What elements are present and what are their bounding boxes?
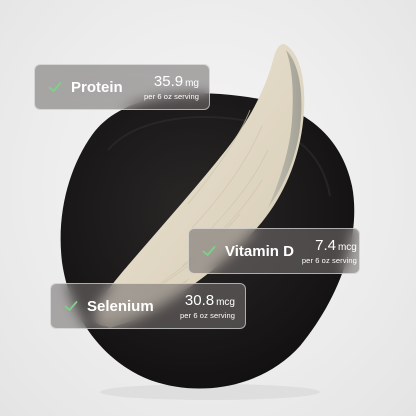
check-icon: [64, 301, 78, 311]
serving-basis: per 6 oz serving: [301, 255, 357, 265]
serving-basis: per 6 oz serving: [144, 91, 199, 101]
nutrient-amount: 7.4: [315, 236, 336, 254]
nutrient-card-vitamin-d: Vitamin D 7.4 mcg per 6 oz serving: [188, 228, 360, 274]
check-icon: [48, 82, 62, 92]
serving-basis: per 6 oz serving: [180, 310, 235, 320]
nutrient-quantity: 7.4 mcg per 6 oz serving: [302, 238, 357, 265]
nutrient-amount: 35.9: [153, 72, 184, 90]
nutrient-unit: mcg: [337, 241, 357, 253]
nutrient-quantity: 30.8 mcg per 6 oz serving: [180, 293, 235, 320]
nutrient-unit: mg: [185, 77, 199, 89]
nutrient-name: Vitamin D: [225, 242, 294, 260]
check-icon: [202, 246, 216, 256]
nutrient-amount: 30.8: [184, 291, 215, 309]
product-scene: Protein 35.9 mg per 6 oz serving Vitamin …: [0, 0, 416, 416]
nutrient-card-selenium: Selenium 30.8 mcg per 6 oz serving: [50, 283, 246, 329]
nutrient-quantity: 35.9 mg per 6 oz serving: [144, 74, 199, 101]
nutrient-unit: mcg: [216, 296, 235, 308]
nutrient-name: Protein: [71, 78, 123, 96]
fish-fillet-photo: [60, 44, 355, 400]
nutrient-card-protein: Protein 35.9 mg per 6 oz serving: [34, 64, 210, 110]
nutrient-name: Selenium: [87, 297, 154, 315]
